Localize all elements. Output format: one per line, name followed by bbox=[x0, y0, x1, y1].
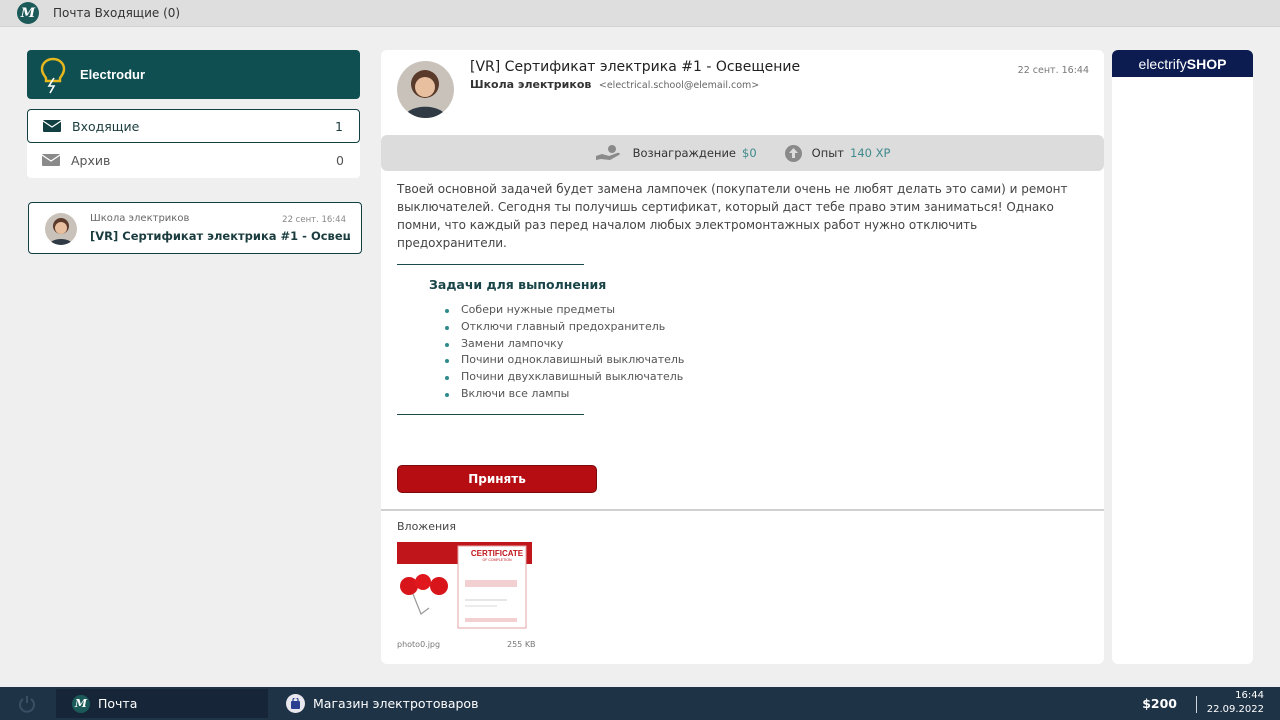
mail-app-logo-icon: M bbox=[72, 694, 90, 713]
shop-logo[interactable]: electrify SHOP bbox=[1112, 50, 1253, 77]
folder-archive-count: 0 bbox=[336, 152, 344, 168]
taskbar-shop-label: Магазин электротоваров bbox=[313, 696, 479, 711]
attachments-title: Вложения bbox=[397, 520, 456, 533]
mail-sender-line: Школа электриков <electrical.school@elem… bbox=[470, 78, 759, 91]
mail-item-sender: Школа электриков bbox=[90, 213, 190, 224]
thumb-subtitle: OF COMPLETION bbox=[483, 558, 512, 562]
sender-avatar bbox=[45, 213, 77, 245]
mail-sender-email: <electrical.school@elemail.com> bbox=[598, 80, 760, 91]
attachments-divider bbox=[381, 509, 1104, 511]
mail-date: 22 сент. 16:44 bbox=[1017, 65, 1089, 76]
mail-list-item[interactable]: Школа электриков 22 сент. 16:44 [VR] Сер… bbox=[28, 202, 362, 254]
clock-time: 16:44 bbox=[1235, 690, 1264, 701]
reward-bar: Вознаграждение $0 Опыт 140 XP bbox=[381, 135, 1104, 171]
tasks-title: Задачи для выполнения bbox=[429, 277, 607, 292]
taskbar-separator bbox=[1196, 696, 1197, 713]
divider-line bbox=[397, 414, 584, 415]
envelope-icon bbox=[43, 120, 61, 132]
envelope-icon bbox=[42, 154, 60, 166]
list-item: Почини двухклавишный выключатель bbox=[445, 369, 684, 386]
window-title: Почта Входящие (0) bbox=[53, 6, 181, 20]
reward-value: $0 bbox=[742, 146, 757, 160]
account-name: Electrodur bbox=[80, 67, 146, 82]
attachment-name: photo0.jpg bbox=[397, 640, 441, 649]
account-header: Electrodur bbox=[27, 50, 360, 99]
mail-item-date: 22 сент. 16:44 bbox=[282, 215, 346, 225]
sender-avatar bbox=[397, 61, 454, 118]
attachment-size: 255 KB bbox=[507, 640, 536, 649]
task-text: Собери нужные предметы bbox=[461, 303, 616, 316]
bullet-icon bbox=[445, 342, 449, 347]
folder-archive[interactable]: Архив 0 bbox=[27, 143, 360, 177]
list-item: Отключи главный предохранитель bbox=[445, 319, 684, 336]
shop-logo-light: electrify bbox=[1138, 55, 1187, 72]
list-item: Собери нужные предметы bbox=[445, 302, 684, 319]
mail-subject: [VR] Сертификат электрика #1 - Освещение bbox=[470, 59, 801, 75]
mail-body: Твоей основной задачей будет замена ламп… bbox=[397, 182, 1068, 250]
shopping-bag-icon bbox=[286, 694, 305, 713]
folder-inbox[interactable]: Входящие 1 bbox=[27, 109, 360, 143]
accept-button[interactable]: Принять bbox=[397, 465, 597, 493]
xp-arrow-up-icon bbox=[784, 144, 802, 162]
reward-label: Вознаграждение bbox=[632, 146, 737, 160]
xp-label: Опыт bbox=[811, 146, 845, 160]
folder-archive-label: Архив bbox=[71, 152, 111, 168]
mail-sender-name: Школа электриков bbox=[470, 78, 592, 91]
xp-value: 140 XP bbox=[850, 146, 891, 160]
task-text: Почини одноклавишный выключатель bbox=[461, 353, 685, 367]
top-bar: M Почта Входящие (0) bbox=[0, 0, 1280, 27]
divider-line bbox=[397, 264, 584, 265]
folder-inbox-label: Входящие bbox=[72, 118, 140, 134]
task-text: Включи все лампы bbox=[461, 386, 570, 400]
bullet-icon bbox=[445, 376, 449, 381]
taskbar-mail-label: Почта bbox=[98, 696, 138, 711]
task-text: Отключи главный предохранитель bbox=[461, 319, 666, 333]
hand-money-icon bbox=[595, 145, 620, 160]
bullet-icon bbox=[445, 392, 449, 397]
task-list: Собери нужные предметы Отключи главный п… bbox=[445, 302, 684, 403]
taskbar-mail-app[interactable]: M Почта bbox=[56, 689, 268, 718]
list-item: Замени лампочку bbox=[445, 336, 684, 353]
attachment-thumbnail[interactable]: CERTIFICATE OF COMPLETION bbox=[397, 542, 532, 631]
thumb-title: CERTIFICATE bbox=[471, 549, 524, 558]
shop-logo-bold: SHOP bbox=[1186, 55, 1227, 72]
list-item: Включи все лампы bbox=[445, 386, 684, 403]
mail-item-subject: [VR] Сертификат электрика #1 - Освещ... bbox=[90, 229, 350, 243]
mail-view: [VR] Сертификат электрика #1 - Освещение… bbox=[381, 50, 1104, 664]
bullet-icon bbox=[445, 309, 449, 313]
taskbar-shop-app[interactable]: Магазин электротоваров bbox=[286, 689, 478, 718]
list-item: Почини одноклавишный выключатель bbox=[445, 352, 684, 369]
balance-display: $200 bbox=[1142, 696, 1177, 711]
power-icon[interactable] bbox=[17, 694, 37, 714]
task-text: Замени лампочку bbox=[461, 336, 564, 350]
bullet-icon bbox=[445, 325, 449, 330]
folder-list: Входящие 1 Архив 0 bbox=[27, 109, 360, 178]
shop-panel: electrify SHOP bbox=[1112, 50, 1253, 664]
folder-inbox-count: 1 bbox=[335, 118, 343, 134]
task-text: Почини двухклавишный выключатель bbox=[461, 370, 684, 384]
clock-date: 22.09.2022 bbox=[1206, 704, 1264, 715]
mail-app-logo-icon: M bbox=[17, 2, 39, 24]
bullet-icon bbox=[445, 359, 449, 364]
taskbar: M Почта Магазин электротоваров $200 16:4… bbox=[0, 687, 1280, 720]
lightbulb-icon bbox=[40, 57, 66, 94]
